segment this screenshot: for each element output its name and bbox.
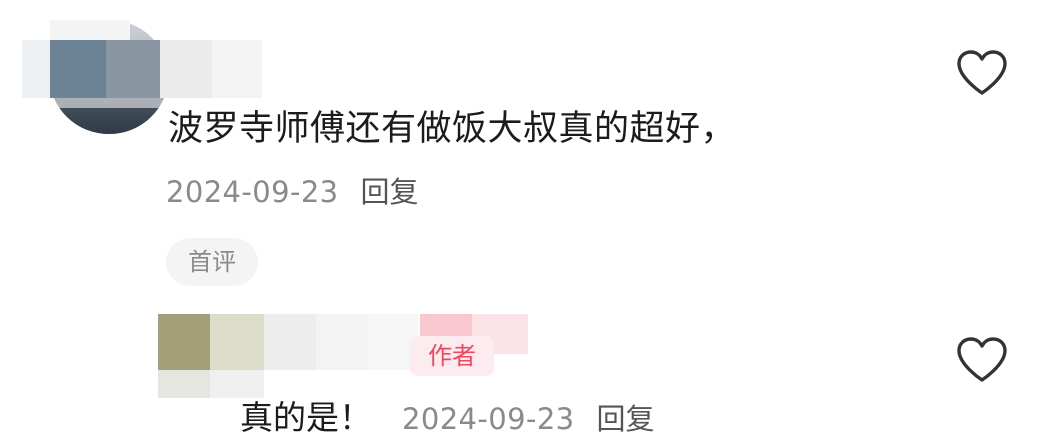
- heart-outline-icon: [957, 50, 1007, 95]
- first-comment-badge: 首评: [166, 238, 258, 286]
- username-blurred[interactable]: [22, 10, 262, 108]
- reply-button[interactable]: 回复: [597, 402, 655, 436]
- reply-content: 真的是！ 2024-09-23 回复: [240, 394, 655, 443]
- heart-outline-icon: [957, 337, 1007, 382]
- author-badge: 作者: [410, 336, 494, 376]
- like-button[interactable]: [955, 335, 1009, 385]
- reply-button[interactable]: 回复: [361, 175, 419, 209]
- comment-date: 2024-09-23: [166, 175, 339, 209]
- comment-text: 波罗寺师傅还有做饭大叔真的超好，: [168, 109, 737, 149]
- comment-text: 真的是！: [240, 398, 372, 437]
- like-button[interactable]: [955, 48, 1009, 98]
- comment-list: 波罗寺师傅还有做饭大叔真的超好， 2024-09-23 回复 首评 作者 真的是…: [0, 0, 1046, 447]
- comment-date: 2024-09-23: [402, 402, 575, 436]
- comment-meta: 2024-09-23 回复: [166, 170, 419, 214]
